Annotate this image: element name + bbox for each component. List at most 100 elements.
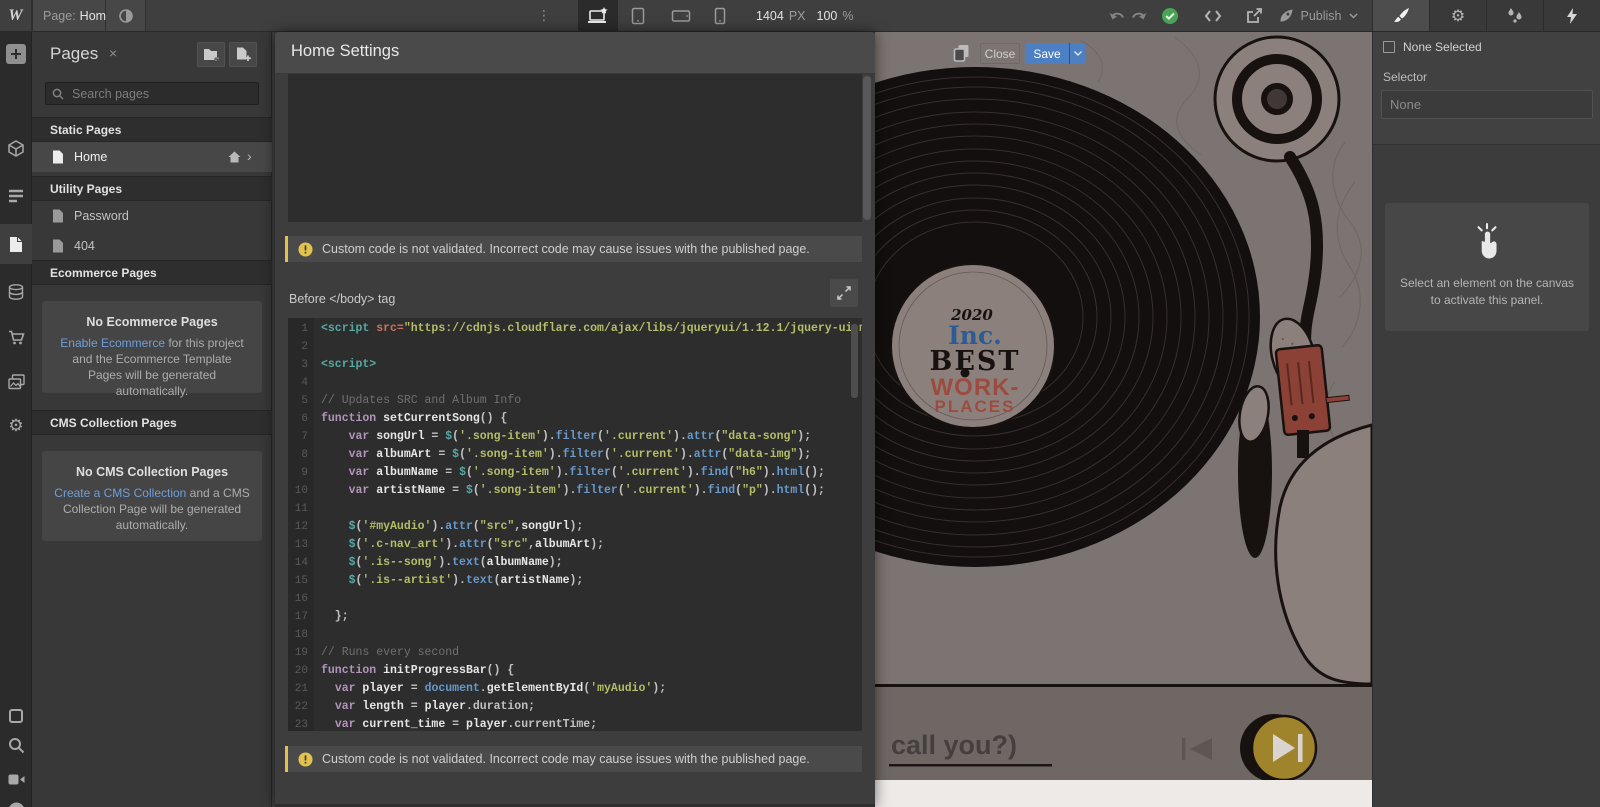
project-settings-button[interactable]: ⚙: [0, 414, 32, 438]
cms-collection-pages-header[interactable]: CMS Collection Pages: [32, 410, 272, 435]
search-pages-input[interactable]: [70, 86, 240, 102]
page-row-home[interactable]: Home ›: [32, 142, 272, 172]
warning-text: Custom code is not validated. Incorrect …: [322, 752, 810, 766]
badge-line3: PLACES: [935, 397, 1016, 416]
duplicate-icon[interactable]: [953, 44, 970, 62]
selector-label: Selector: [1383, 70, 1427, 84]
create-cms-collection-link[interactable]: Create a CMS Collection: [54, 486, 186, 500]
tab-interactions-panel[interactable]: [1486, 0, 1543, 31]
next-track-button[interactable]: [1240, 714, 1316, 782]
editor-scrollbar-thumb[interactable]: [851, 324, 858, 398]
share-button[interactable]: [1243, 0, 1265, 31]
chevron-right-icon[interactable]: ›: [247, 148, 252, 164]
symbols-button[interactable]: [0, 136, 32, 160]
page-switcher[interactable]: Page: Home: [32, 0, 106, 31]
ecommerce-button[interactable]: [0, 326, 32, 350]
chevron-down-icon: [1074, 51, 1082, 56]
utility-pages-header[interactable]: Utility Pages: [32, 176, 272, 201]
empty-state-title: No CMS Collection Pages: [54, 465, 250, 479]
undo-icon: [1109, 9, 1126, 23]
site-canvas[interactable]: 2020 Inc. BEST WORK- PLACES: [875, 32, 1372, 807]
custom-code-warning-bottom: Custom code is not validated. Incorrect …: [285, 746, 862, 772]
none-selected-checkbox[interactable]: [1383, 41, 1395, 53]
help-button[interactable]: ?: [0, 798, 32, 807]
tab-settings-panel[interactable]: ⚙: [1429, 0, 1486, 31]
laptop-star-icon: [587, 7, 609, 25]
database-icon: [8, 284, 24, 301]
close-button[interactable]: Close: [980, 43, 1020, 64]
warning-icon: [298, 752, 313, 767]
assets-button[interactable]: [0, 370, 32, 394]
preview-toggle[interactable]: [106, 0, 146, 31]
gear-icon: ⚙: [8, 416, 23, 436]
zoom-level-value[interactable]: 100: [817, 9, 838, 23]
search-pages-box: [45, 82, 259, 105]
phone-landscape-icon: [671, 9, 691, 23]
video-tutorials-button[interactable]: [0, 767, 32, 791]
before-body-tag-label: Before </body> tag: [289, 292, 395, 306]
close-pages-panel-button[interactable]: ×: [109, 45, 117, 61]
save-options-button[interactable]: [1069, 43, 1085, 64]
static-pages-header[interactable]: Static Pages: [32, 117, 272, 142]
breakpoint-width-value[interactable]: 1404: [756, 9, 784, 23]
page-icon: [52, 150, 64, 164]
custom-code-editor[interactable]: 1234567891011121314151617181920212223 <s…: [288, 318, 862, 731]
cube-icon: [8, 140, 24, 157]
tab-style-panel[interactable]: [1372, 0, 1429, 31]
page-icon: [52, 239, 64, 253]
hide-ui-button[interactable]: [0, 704, 32, 728]
expand-arrows-icon: [837, 286, 851, 300]
style-panel: None Selected Selector Select an element…: [1372, 32, 1600, 807]
add-elements-button[interactable]: [0, 44, 32, 64]
gear-icon: ⚙: [1451, 6, 1465, 25]
percent-unit: %: [842, 9, 853, 23]
ecommerce-pages-header[interactable]: Ecommerce Pages: [32, 260, 272, 285]
expand-editor-button[interactable]: [830, 279, 858, 307]
add-page-button[interactable]: [229, 42, 257, 67]
page-row-label: Password: [74, 209, 129, 223]
selector-input[interactable]: [1381, 90, 1593, 119]
undo-button[interactable]: [1106, 0, 1128, 31]
pages-button[interactable]: [0, 224, 32, 264]
webflow-designer: W Page: Home ⋮: [0, 0, 1600, 807]
section-divider: [875, 684, 1372, 687]
page-row-password[interactable]: Password: [32, 201, 272, 231]
search-button[interactable]: [0, 733, 32, 757]
empty-state-title: No Ecommerce Pages: [54, 315, 250, 329]
navigator-button[interactable]: [0, 184, 32, 208]
export-code-button[interactable]: [1202, 0, 1224, 31]
page-plus-icon: [236, 47, 251, 62]
breakpoint-tablet-button[interactable]: [624, 0, 652, 31]
droplets-icon: [1506, 8, 1524, 23]
save-button[interactable]: Save: [1025, 43, 1069, 64]
modal-scrollbar-thumb[interactable]: [863, 76, 871, 220]
images-icon: [8, 374, 25, 390]
page-label: Page:: [43, 9, 76, 23]
square-outline-icon: [8, 708, 24, 724]
more-options-icon[interactable]: ⋮: [537, 0, 551, 31]
page-row-404[interactable]: 404: [32, 231, 272, 261]
cursor-click-icon: [1471, 223, 1503, 259]
webflow-logo[interactable]: W: [0, 0, 32, 31]
question-circle-icon: ?: [8, 802, 25, 807]
add-folder-button[interactable]: [197, 42, 225, 67]
form-heading-text: call you?): [891, 730, 1017, 760]
paintbrush-icon: [1393, 7, 1410, 24]
breakpoint-phone-portrait-button[interactable]: [707, 0, 733, 31]
tablet-icon: [630, 7, 646, 25]
breakpoint-phone-landscape-button[interactable]: [666, 0, 696, 31]
cms-collections-button[interactable]: [0, 280, 32, 304]
search-icon: [8, 737, 25, 754]
tab-element-settings-panel[interactable]: [1543, 0, 1600, 31]
enable-ecommerce-link[interactable]: Enable Ecommerce: [60, 336, 165, 350]
code-lines[interactable]: <script src="https://cdnjs.cloudflare.co…: [314, 318, 862, 731]
redo-button[interactable]: [1127, 0, 1149, 31]
code-brackets-icon: [1204, 9, 1222, 23]
head-code-editor-bottom[interactable]: [288, 74, 862, 222]
page-icon: [52, 209, 64, 223]
custom-code-warning-top: Custom code is not validated. Incorrect …: [285, 236, 862, 262]
breakpoint-desktop-button[interactable]: [578, 0, 618, 31]
video-camera-icon: [8, 773, 25, 786]
canvas-dimensions: 1404 PX 100 %: [756, 0, 853, 31]
publish-button[interactable]: Publish: [1278, 0, 1358, 31]
